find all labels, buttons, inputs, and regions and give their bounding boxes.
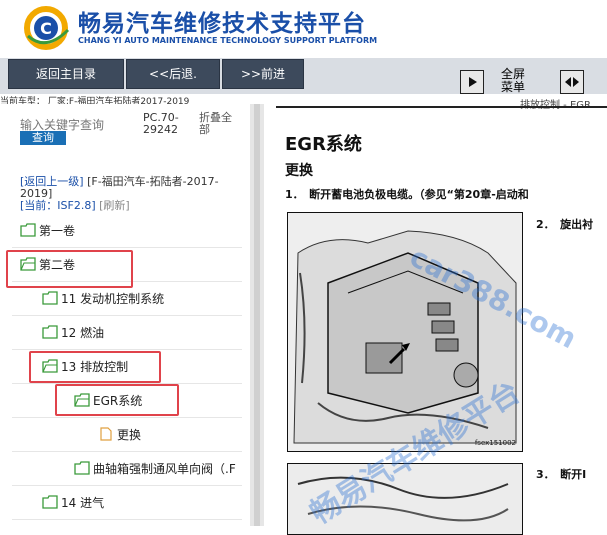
engine-detail-drawing [288,464,522,534]
document-subtitle: 更换 [285,163,313,179]
tree-item-pcv-valve[interactable]: 曲轴箱强制通风单向阀（.F [12,451,242,486]
step-1: 1． 断开蓄电池负极电缆。（参见“第20章-启动和 [285,188,529,201]
brand-title: 畅易汽车维修技术支持平台 [78,11,366,37]
tree-item-label: 12 燃油 [61,326,105,340]
fullscreen-menu-label[interactable]: 全屏 菜单 [496,68,530,94]
tree-item-fuel[interactable]: 12 燃油 [12,315,242,350]
platform-logo-icon: C [24,6,70,50]
tree-item-label: 更换 [117,428,142,442]
engine-cover-drawing [288,213,522,451]
step-3: 3． 断开I [536,468,587,481]
engine-figure: fsex151002 [287,212,523,452]
tree-item-label: 11 发动机控制系统 [61,292,165,306]
tree-item-label: 14 进气 [61,496,105,510]
figure-caption: fsex151002 [474,439,516,447]
split-arrows-icon [565,77,579,87]
tree-item-replace[interactable]: 更换 [12,417,242,452]
folder-icon [20,223,36,237]
breadcrumb: [返回上一级] [F-福田汽车-拓陆者-2017-2019] [当前：ISF2.… [20,176,240,212]
engine-figure-2 [287,463,523,535]
split-toggle-button[interactable] [560,70,584,94]
folder-icon [74,461,90,475]
search-button[interactable]: 查询 [20,131,66,145]
collapse-all-link[interactable]: 折叠全部 [199,112,239,136]
arrow-right-icon [469,77,477,87]
home-button[interactable]: 返回主目录 [8,59,124,89]
tree-item-intake[interactable]: 14 进气 [12,485,242,520]
forward-button[interactable]: >>前进 [222,59,304,89]
folder-icon [42,325,58,339]
tree-item-label: 第一卷 [39,224,76,238]
header-rule [276,106,607,108]
brand-subtitle: CHANG YI AUTO MAINTENANCE TECHNOLOGY SUP… [78,36,378,45]
expand-pane-button[interactable] [460,70,484,94]
tree-item-volume-1[interactable]: 第一卷 [12,213,242,248]
highlight-box-volume-2 [6,250,133,288]
refresh-link[interactable]: [刷新] [99,199,130,212]
document-icon [100,427,112,441]
highlight-box-emission [29,351,161,383]
svg-text:C: C [40,19,52,38]
pane-splitter[interactable] [250,104,264,526]
folder-icon [42,291,58,305]
back-button[interactable]: <<后退. [126,59,220,89]
document-title: EGR系统 [285,134,362,155]
document-code: PC.70-29242 [143,111,179,136]
breadcrumb-current: [当前：ISF2.8] [20,199,96,212]
header-banner: C 畅易汽车维修技术支持平台 CHANG YI AUTO MAINTENANCE… [0,0,607,58]
folder-icon [42,495,58,509]
tree-item-label: 曲轴箱强制通风单向阀（.F [93,462,236,476]
highlight-box-egr [55,384,179,416]
step-2: 2． 旋出衬 [536,218,594,231]
